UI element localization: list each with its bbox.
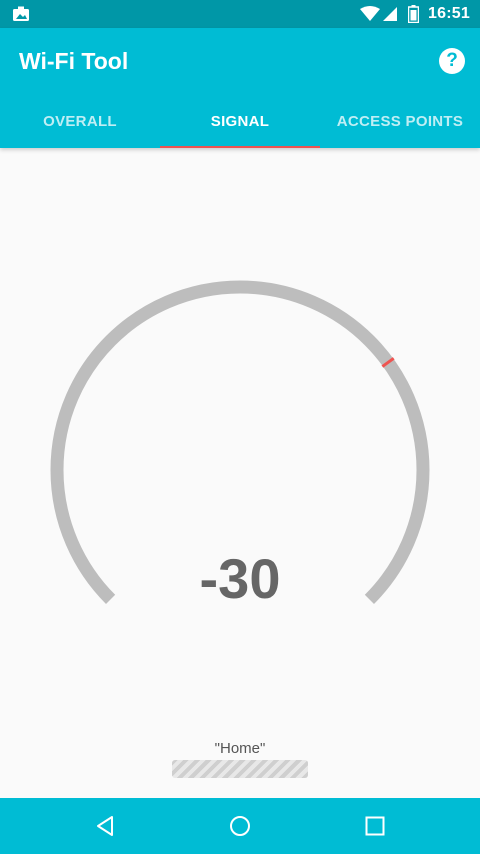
back-icon[interactable] xyxy=(92,812,120,840)
navigation-bar xyxy=(0,798,480,854)
cell-signal-icon xyxy=(383,7,397,21)
tab-overall[interactable]: OVERALL xyxy=(0,100,160,148)
signal-value: -30 xyxy=(199,547,281,610)
recents-icon[interactable] xyxy=(361,812,389,840)
network-ssid: "Home" xyxy=(214,740,266,757)
status-time: 16:51 xyxy=(428,5,470,22)
gauge-arc xyxy=(50,280,430,604)
signal-gauge: -30 xyxy=(0,148,480,798)
photo-notification-icon xyxy=(13,6,29,21)
redacted-bssid xyxy=(172,760,308,778)
tab-access-points[interactable]: ACCESS POINTS xyxy=(320,100,480,148)
battery-icon xyxy=(408,5,419,23)
status-bar: 16:51 xyxy=(0,0,480,28)
app-bar: Wi-Fi Tool ? OVERALL SIGNAL ACCESS POINT… xyxy=(0,28,480,148)
app-title: Wi-Fi Tool xyxy=(19,48,129,74)
wifi-icon xyxy=(360,6,380,21)
tab-bar: OVERALL SIGNAL ACCESS POINTS xyxy=(0,100,480,148)
home-icon[interactable] xyxy=(226,812,254,840)
tab-signal[interactable]: SIGNAL xyxy=(160,100,320,148)
help-icon[interactable]: ? xyxy=(439,48,465,74)
